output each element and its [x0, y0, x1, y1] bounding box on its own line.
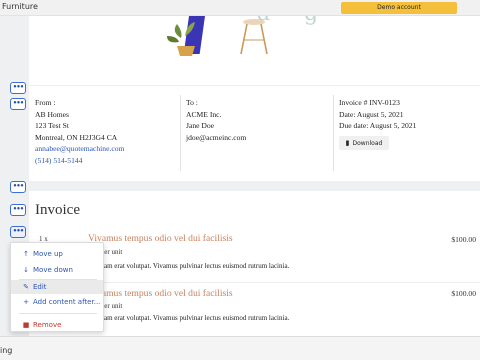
from-block: From : AB Homes 123 Test St Montreal, ON…	[35, 97, 124, 167]
demo-account-button[interactable]: Demo account	[341, 2, 457, 14]
block-options-button[interactable]: •••	[10, 204, 26, 216]
remove-menu-item[interactable]: ■ Remove	[11, 318, 103, 332]
download-label: Download	[352, 140, 383, 147]
arrow-up-icon: ↑	[23, 250, 29, 258]
invoice-due-date: Due date: August 5, 2021	[339, 121, 417, 131]
to-company: ACME Inc.	[186, 109, 222, 119]
column-divider	[180, 95, 181, 171]
invoice-meta-block: Invoice # INV-0123 Date: August 5, 2021 …	[339, 97, 416, 132]
block-options-button[interactable]: •••	[10, 181, 26, 193]
block-context-menu: ↑ Move up ↓ Move down ✎ Edit + Add content a…	[10, 242, 104, 332]
move-down-menu-item[interactable]: ↓ Move down	[11, 263, 103, 277]
item-body-text: am erat volutpat. Vivamus pulvinar lectu…	[104, 314, 290, 322]
to-email: jdoe@acmeinc.com	[186, 132, 247, 142]
invoice-number: Invoice # INV-0123	[339, 98, 400, 107]
move-up-label: Move up	[33, 250, 63, 258]
stool-leg	[260, 23, 268, 55]
invoice-heading: Invoice	[35, 202, 80, 218]
logo-fragment: a	[257, 16, 270, 26]
from-city: Montreal, ON H2J3G4 CA	[35, 132, 118, 142]
move-down-label: Move down	[33, 266, 73, 274]
menu-separator	[19, 313, 97, 314]
bottom-tab-label[interactable]: ing	[0, 346, 12, 355]
bottom-bar: ing	[0, 336, 480, 360]
section-gap	[29, 181, 480, 191]
to-block: To : ACME Inc. Jane Doe jdoe@acmeinc.com	[186, 97, 246, 143]
leaf-shape	[174, 24, 182, 38]
hero-image: a g	[29, 1, 480, 86]
from-street: 123 Test St	[35, 121, 69, 131]
block-options-button[interactable]: •••	[10, 98, 26, 110]
from-label: From :	[35, 98, 56, 107]
edit-label: Edit	[33, 283, 47, 291]
leaf-shape	[167, 36, 179, 43]
add-content-after-menu-item[interactable]: + Add content after...	[11, 295, 103, 309]
item-body-text: am erat volutpat. Vivamus pulvinar lectu…	[104, 262, 290, 270]
item-price: $100.00	[451, 235, 476, 244]
add-content-after-label: Add content after...	[33, 298, 101, 306]
download-button[interactable]: ▮ Download	[339, 136, 389, 150]
invoice-date: Date: August 5, 2021	[339, 109, 404, 119]
app-title: Furniture	[2, 2, 38, 11]
to-label: To :	[186, 98, 198, 107]
item-price: $100.00	[451, 289, 476, 298]
block-options-button-active[interactable]: •••	[10, 226, 26, 238]
item-description: Vivamus tempus odio vel dui facilisis	[88, 288, 233, 299]
plus-icon: +	[23, 298, 29, 306]
item-description: Vivamus tempus odio vel dui facilisis	[88, 233, 233, 244]
from-phone-link[interactable]: (514) 514-5144	[35, 155, 124, 167]
stool-leg	[240, 23, 248, 55]
edit-menu-item[interactable]: ✎ Edit	[11, 280, 103, 294]
to-contact: Jane Doe	[186, 121, 215, 131]
from-company: AB Homes	[35, 109, 69, 119]
column-divider	[333, 95, 334, 171]
trash-icon: ■	[22, 321, 30, 329]
file-download-icon: ▮	[345, 139, 350, 147]
furniture-illustration: a g	[167, 1, 318, 56]
logo-fragment: g	[304, 16, 318, 26]
row-divider	[79, 282, 480, 283]
from-email-link[interactable]: annabee@quotemachine.com	[35, 143, 124, 155]
remove-label: Remove	[33, 321, 62, 329]
plant-pot	[177, 46, 195, 56]
arrow-down-icon: ↓	[23, 266, 29, 274]
top-bar: Furniture Demo account	[0, 0, 480, 16]
pencil-icon: ✎	[23, 283, 29, 291]
block-options-button[interactable]: •••	[10, 82, 26, 94]
move-up-menu-item[interactable]: ↑ Move up	[11, 247, 103, 261]
